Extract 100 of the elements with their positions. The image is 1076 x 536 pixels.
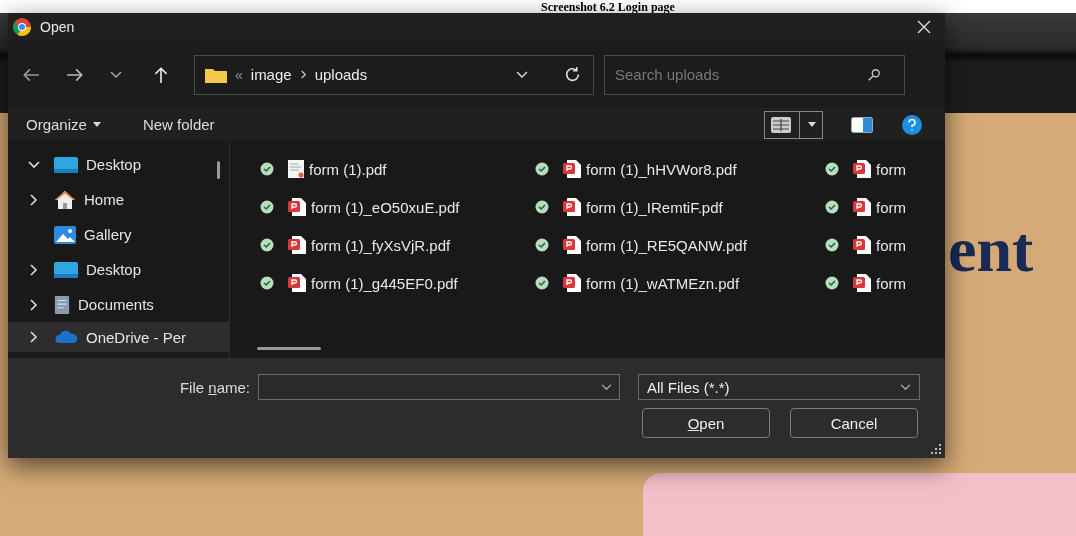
desktop-icon	[54, 155, 78, 174]
file-item[interactable]: form (1)_RE5QANW.pdf	[535, 226, 825, 264]
resize-grip-icon[interactable]	[931, 444, 941, 454]
chevron-down-icon[interactable]	[601, 384, 612, 391]
sync-check-icon	[535, 162, 549, 176]
file-name-field[interactable]	[258, 374, 620, 400]
file-name: form	[876, 274, 906, 292]
file-item[interactable]: form	[825, 264, 945, 302]
file-item[interactable]: form	[825, 188, 945, 226]
breadcrumb-item[interactable]: uploads	[314, 66, 368, 83]
navigation-label: Documents	[78, 296, 154, 313]
sync-check-icon	[535, 200, 549, 214]
dialog-title: Open	[40, 19, 75, 35]
close-icon[interactable]	[917, 20, 931, 34]
file-name: form (1).pdf	[309, 160, 387, 178]
file-name: form (1)_RE5QANW.pdf	[586, 236, 747, 254]
file-item[interactable]: form	[825, 226, 945, 264]
sync-check-icon	[825, 162, 839, 176]
help-icon[interactable]	[901, 113, 923, 136]
overflow-chevron[interactable]: «	[235, 66, 243, 83]
search-icon	[867, 67, 881, 82]
document-thumbnail-icon	[288, 160, 304, 178]
navigation-item[interactable]: Desktop	[8, 252, 229, 287]
pdf-file-icon	[288, 198, 306, 216]
navigation-item[interactable]: Documents	[8, 287, 229, 322]
file-name: form (1)_fyXsVjR.pdf	[311, 236, 451, 254]
sync-check-icon	[535, 238, 549, 252]
preview-pane-icon[interactable]	[851, 116, 873, 133]
new-folder-button[interactable]: New folder	[136, 114, 221, 135]
cancel-button[interactable]: Cancel	[790, 408, 918, 438]
sync-check-icon	[825, 200, 839, 214]
chevron-down-icon[interactable]	[110, 70, 122, 79]
navigation-label: OneDrive - Per	[86, 328, 187, 346]
file-name: form	[876, 160, 906, 178]
file-item[interactable]: form (1)_IRemtiF.pdf	[535, 188, 825, 226]
pdf-file-icon	[288, 236, 306, 254]
navigation-item[interactable]: Home	[8, 182, 229, 217]
file-name: form	[876, 198, 906, 216]
pdf-file-icon	[853, 160, 871, 178]
sync-check-icon	[825, 238, 839, 252]
gallery-icon	[54, 224, 76, 245]
up-arrow-icon[interactable]	[152, 65, 170, 84]
pdf-file-icon	[853, 236, 871, 254]
chevron-right-icon[interactable]	[30, 331, 38, 343]
caret-down-icon	[808, 122, 816, 127]
sync-check-icon	[260, 238, 274, 252]
file-item[interactable]: form (1)_eO50xuE.pdf	[260, 188, 535, 226]
sync-check-icon	[260, 200, 274, 214]
pdf-file-icon	[563, 160, 581, 178]
sync-check-icon	[825, 276, 839, 290]
navigation-label: Desktop	[86, 261, 142, 278]
file-name: form (1)_g445EF0.pdf	[311, 274, 458, 292]
pdf-file-icon	[288, 274, 306, 292]
file-name: form (1)_IRemtiF.pdf	[586, 198, 723, 216]
address-bar[interactable]: « image uploads	[194, 54, 594, 95]
view-options-button[interactable]	[764, 110, 823, 139]
caret-down-icon	[92, 122, 101, 127]
scrollbar-thumb[interactable]	[217, 161, 220, 179]
pdf-file-icon	[563, 198, 581, 216]
file-item[interactable]: form (1)_wATMEzn.pdf	[535, 264, 825, 302]
open-button[interactable]: Open	[642, 408, 770, 438]
search-field[interactable]: Search uploads	[604, 54, 905, 95]
file-item[interactable]: form (1)_fyXsVjR.pdf	[260, 226, 535, 264]
navigation-label: Desktop	[86, 156, 142, 173]
file-name: form (1)_eO50xuE.pdf	[311, 198, 460, 216]
chevron-right-icon[interactable]	[30, 263, 38, 276]
sync-check-icon	[260, 276, 274, 290]
document-icon	[54, 294, 70, 315]
navigation-item[interactable]: OneDrive - Per	[8, 322, 229, 352]
cloud-icon	[54, 330, 78, 344]
navigation-label: Home	[84, 191, 124, 208]
chevron-right-icon	[299, 70, 307, 79]
pdf-file-icon	[563, 236, 581, 254]
file-name: form (1)_hHVWor8.pdf	[586, 160, 737, 178]
navigation-item[interactable]: Gallery	[8, 217, 229, 252]
page-heading: ent	[948, 215, 1034, 285]
folder-icon	[205, 66, 227, 83]
pdf-file-icon	[563, 274, 581, 292]
organize-menu[interactable]: Organize	[20, 114, 107, 135]
file-item[interactable]: form (1)_hHVWor8.pdf	[535, 150, 825, 188]
file-item[interactable]: form (1).pdf	[260, 150, 535, 188]
pdf-file-icon	[853, 274, 871, 292]
navigation-item[interactable]: Desktop	[8, 147, 229, 182]
navigation-label: Gallery	[84, 226, 132, 243]
desktop-icon	[54, 260, 78, 279]
sync-check-icon	[260, 162, 274, 176]
breadcrumb-item[interactable]: image	[250, 66, 292, 83]
details-view-icon	[771, 116, 791, 133]
file-name-label: File name:	[178, 378, 250, 396]
browser-icon	[12, 17, 32, 37]
chevron-right-icon[interactable]	[30, 193, 38, 206]
scrollbar-thumb[interactable]	[257, 347, 321, 350]
file-name: form	[876, 236, 906, 254]
refresh-icon[interactable]	[564, 66, 581, 83]
chevron-down-icon	[900, 383, 911, 391]
file-type-dropdown[interactable]: All Files (*.*)	[638, 374, 920, 400]
file-item[interactable]: form (1)_g445EF0.pdf	[260, 264, 535, 302]
file-item[interactable]: form	[825, 150, 945, 188]
pdf-file-icon	[853, 198, 871, 216]
chevron-right-icon[interactable]	[30, 298, 38, 311]
